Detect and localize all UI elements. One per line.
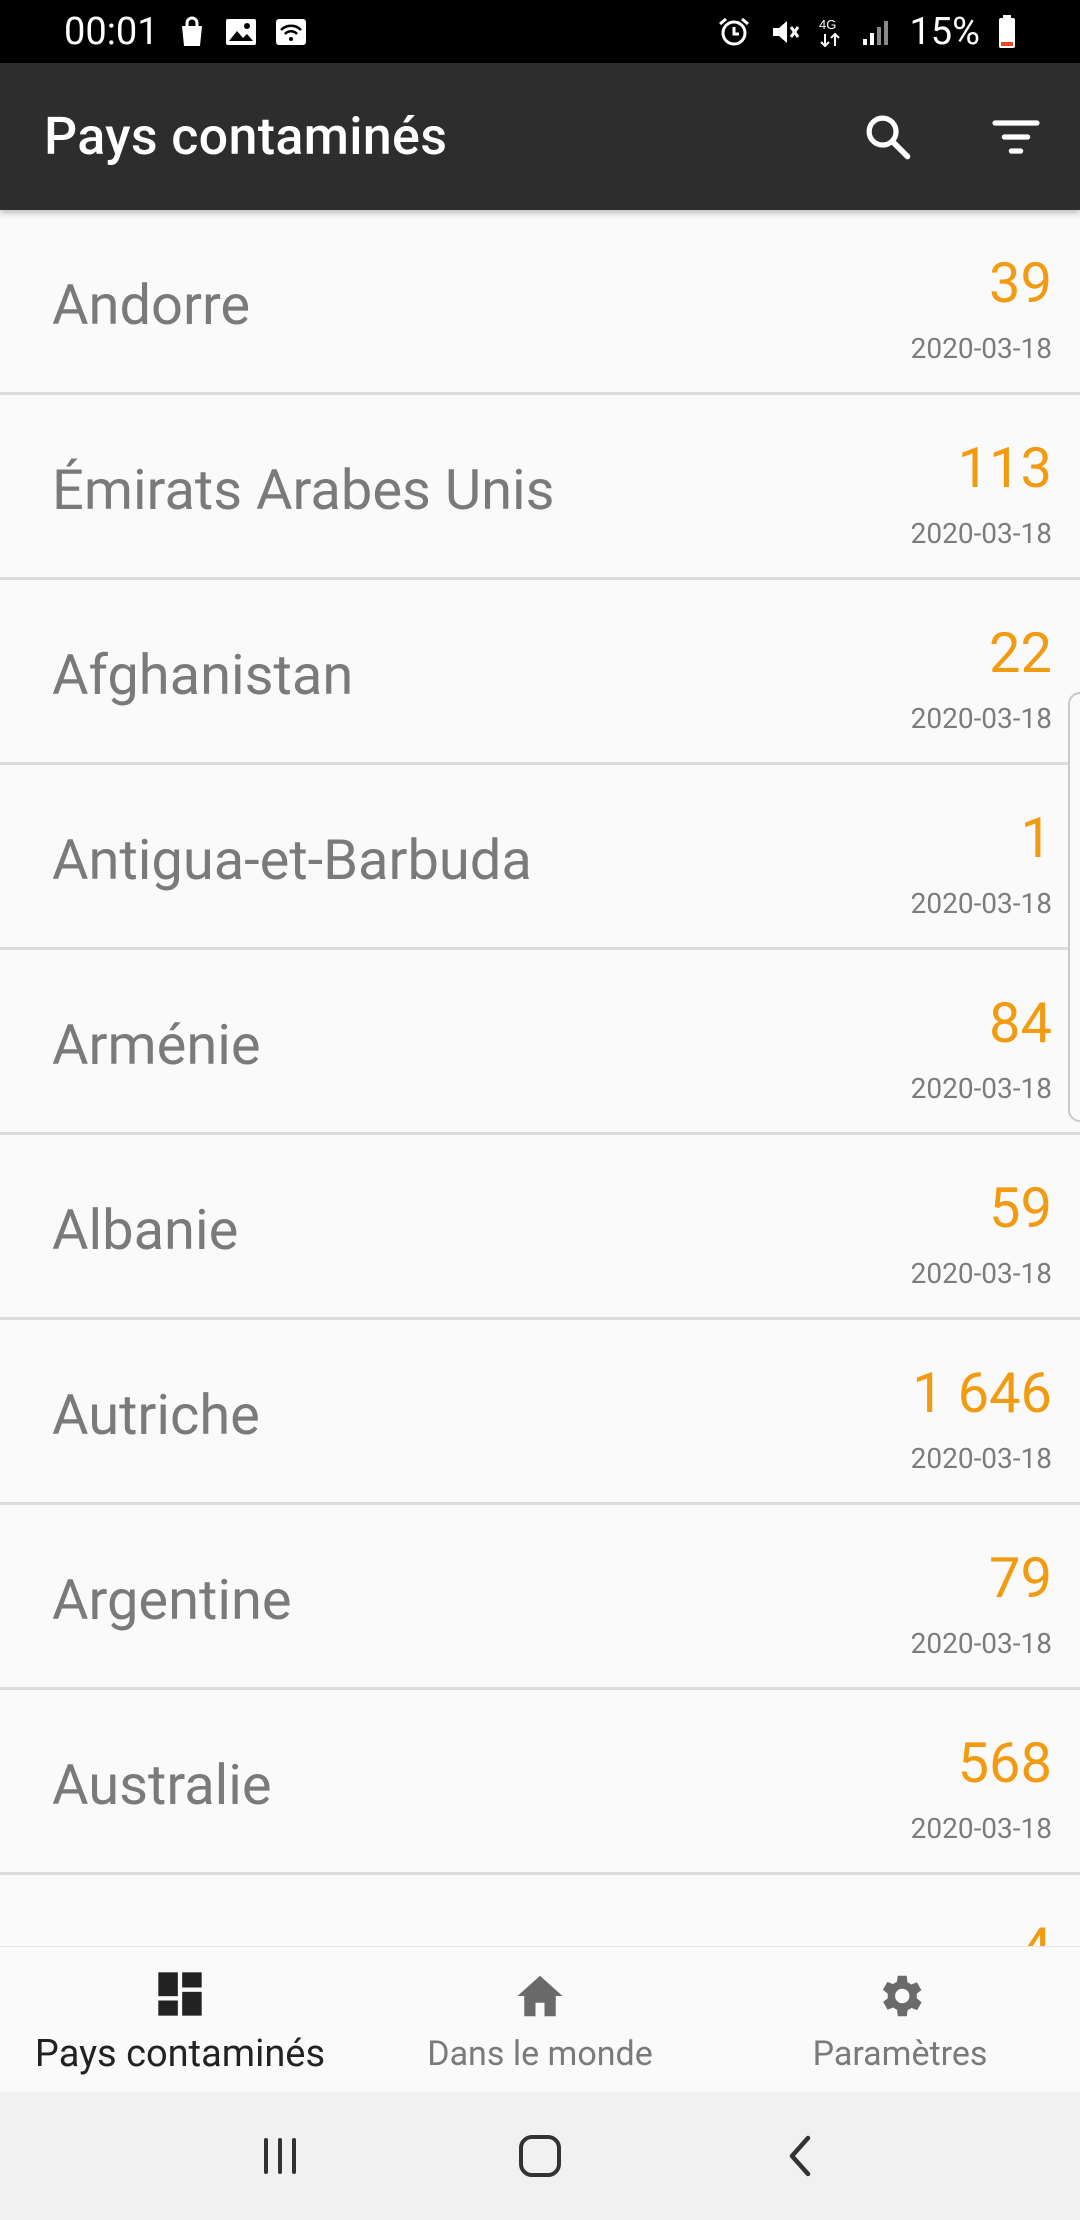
alarm-icon: [717, 16, 751, 48]
status-time: 00:01: [64, 9, 159, 54]
list-item[interactable]: Andorre 39 2020-03-18: [0, 210, 1080, 395]
list-item[interactable]: Antigua-et-Barbuda 1 2020-03-18: [0, 765, 1080, 950]
case-count: 84: [989, 990, 1052, 1056]
case-count: 113: [957, 435, 1052, 501]
list-item[interactable]: Autriche 1 646 2020-03-18: [0, 1320, 1080, 1505]
case-count: 39: [989, 250, 1052, 316]
scrollbar-handle[interactable]: [1068, 692, 1080, 1122]
bag-icon: [177, 16, 207, 48]
system-navigation-bar: [0, 2092, 1080, 2220]
case-date: 2020-03-18: [910, 1072, 1052, 1105]
case-count: 79: [989, 1545, 1052, 1611]
case-date: 2020-03-18: [910, 517, 1052, 550]
country-name: Autriche: [52, 1382, 260, 1448]
case-count: 568: [957, 1730, 1052, 1796]
country-name: Antigua-et-Barbuda: [52, 827, 532, 893]
case-date: 2020-03-18: [910, 332, 1052, 365]
search-icon: [866, 115, 911, 160]
gear-icon: [873, 1966, 927, 2026]
network-4g-icon: 4G: [819, 16, 843, 48]
recents-button[interactable]: [235, 2111, 325, 2201]
list-item[interactable]: Argentine 79 2020-03-18: [0, 1505, 1080, 1690]
network-text: 4G: [819, 17, 836, 32]
battery-text: 15%: [909, 9, 980, 54]
country-name: Australie: [52, 1752, 272, 1818]
list-item[interactable]: Australie 568 2020-03-18: [0, 1690, 1080, 1875]
bottom-navigation: Pays contaminés Dans le monde Paramètres: [0, 1946, 1080, 2092]
image-icon: [225, 18, 257, 46]
nav-item-pays-contamines[interactable]: Pays contaminés: [0, 1947, 360, 2092]
case-count: 59: [989, 1175, 1052, 1241]
case-date: 2020-03-18: [910, 1257, 1052, 1290]
case-count: 4: [1021, 1915, 1052, 1946]
list-item[interactable]: Émirats Arabes Unis 113 2020-03-18: [0, 395, 1080, 580]
list-item[interactable]: 4: [0, 1875, 1080, 1946]
country-name: Émirats Arabes Unis: [52, 457, 555, 523]
back-icon: [789, 2135, 811, 2177]
case-count: 1 646: [912, 1360, 1052, 1426]
status-right: 4G 15%: [717, 10, 1016, 54]
back-button[interactable]: [755, 2111, 845, 2201]
nav-label: Dans le monde: [427, 2033, 653, 2074]
filter-icon: [992, 120, 1040, 154]
home-button[interactable]: [495, 2111, 585, 2201]
home-button-icon: [519, 2135, 561, 2177]
nav-item-parametres[interactable]: Paramètres: [720, 1947, 1080, 2092]
nav-label: Pays contaminés: [34, 2031, 326, 2076]
dashboard-icon: [154, 1964, 206, 2024]
case-date: 2020-03-18: [910, 1442, 1052, 1475]
search-button[interactable]: [848, 97, 928, 177]
case-count: 22: [989, 620, 1052, 686]
country-name: Arménie: [52, 1012, 261, 1078]
country-name: Argentine: [52, 1567, 292, 1633]
recents-icon: [264, 2138, 296, 2174]
mute-icon: [769, 16, 801, 48]
status-left: 00:01: [64, 10, 307, 54]
signal-icon: [861, 17, 891, 47]
country-list[interactable]: Andorre 39 2020-03-18 Émirats Arabes Uni…: [0, 210, 1080, 1946]
app-bar: Pays contaminés: [0, 63, 1080, 210]
case-date: 2020-03-18: [910, 1627, 1052, 1660]
country-name: Andorre: [52, 272, 251, 338]
wifi-icon: [275, 18, 307, 46]
filter-button[interactable]: [976, 97, 1056, 177]
nav-item-dans-le-monde[interactable]: Dans le monde: [360, 1947, 720, 2092]
country-name: Afghanistan: [52, 642, 354, 708]
country-name: Albanie: [52, 1197, 239, 1263]
home-icon: [513, 1966, 567, 2026]
case-date: 2020-03-18: [910, 887, 1052, 920]
case-date: 2020-03-18: [910, 702, 1052, 735]
nav-label: Paramètres: [812, 2033, 988, 2074]
status-bar: 00:01 4G 15%: [0, 0, 1080, 63]
list-item[interactable]: Albanie 59 2020-03-18: [0, 1135, 1080, 1320]
list-item[interactable]: Arménie 84 2020-03-18: [0, 950, 1080, 1135]
battery-icon: [998, 14, 1016, 49]
list-item[interactable]: Afghanistan 22 2020-03-18: [0, 580, 1080, 765]
case-date: 2020-03-18: [910, 1812, 1052, 1845]
case-count: 1: [1020, 805, 1052, 871]
